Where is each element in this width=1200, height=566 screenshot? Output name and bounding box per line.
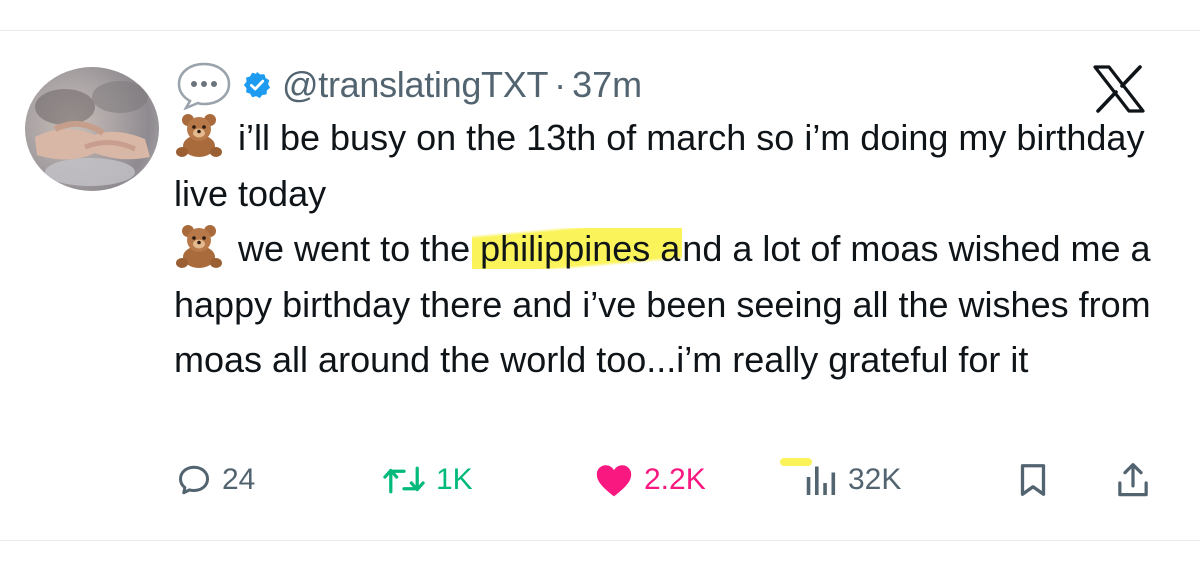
highlighted-text: philippines a bbox=[472, 228, 683, 269]
views-icon bbox=[806, 466, 836, 495]
tweet-timestamp[interactable]: 37m bbox=[572, 64, 642, 106]
like-count: 2.2K bbox=[644, 463, 706, 496]
retweet-count: 1K bbox=[436, 463, 473, 496]
author-handle[interactable]: @translatingTXT bbox=[282, 64, 548, 106]
retweet-button[interactable]: 1K bbox=[382, 455, 473, 505]
tweet-text: i’ll be busy on the 13th of march so i’m… bbox=[174, 110, 1184, 388]
retweet-icon bbox=[383, 466, 425, 494]
share-button[interactable] bbox=[1115, 455, 1151, 505]
reply-count: 24 bbox=[222, 463, 256, 496]
tweet-paragraph-text: i’ll be busy on the 13th of march so i’m… bbox=[174, 117, 1145, 214]
teddy-bear-icon bbox=[176, 225, 222, 268]
share-icon bbox=[1118, 463, 1148, 497]
tweet-paragraph: i’ll be busy on the 13th of march so i’m… bbox=[174, 110, 1184, 221]
teddy-bear-icon bbox=[176, 114, 222, 157]
tweet-paragraph: we went to the philippines and a lot of … bbox=[174, 221, 1184, 388]
top-divider bbox=[0, 30, 1200, 31]
tweet-paragraph-text-before: we went to the bbox=[238, 228, 481, 269]
separator-dot: · bbox=[554, 64, 567, 105]
reply-button[interactable]: 24 bbox=[176, 455, 255, 505]
avatar[interactable] bbox=[25, 67, 159, 191]
speech-bubble-icon bbox=[177, 62, 231, 110]
views-button[interactable]: 32K bbox=[804, 455, 901, 505]
reply-icon bbox=[179, 465, 209, 495]
bottom-divider bbox=[0, 540, 1200, 541]
heart-icon bbox=[596, 465, 632, 497]
x-logo-icon[interactable] bbox=[1093, 65, 1145, 113]
views-count: 32K bbox=[848, 463, 902, 496]
bookmark-icon bbox=[1020, 464, 1046, 496]
tweet-header: @translatingTXT · 37m bbox=[176, 60, 642, 110]
avatar-image bbox=[35, 81, 150, 186]
verified-badge-icon bbox=[243, 71, 271, 99]
bookmark-button[interactable] bbox=[1017, 455, 1049, 505]
like-button[interactable]: 2.2K bbox=[594, 455, 706, 505]
action-bar: 24 1K 2.2K 32K bbox=[0, 455, 1200, 505]
